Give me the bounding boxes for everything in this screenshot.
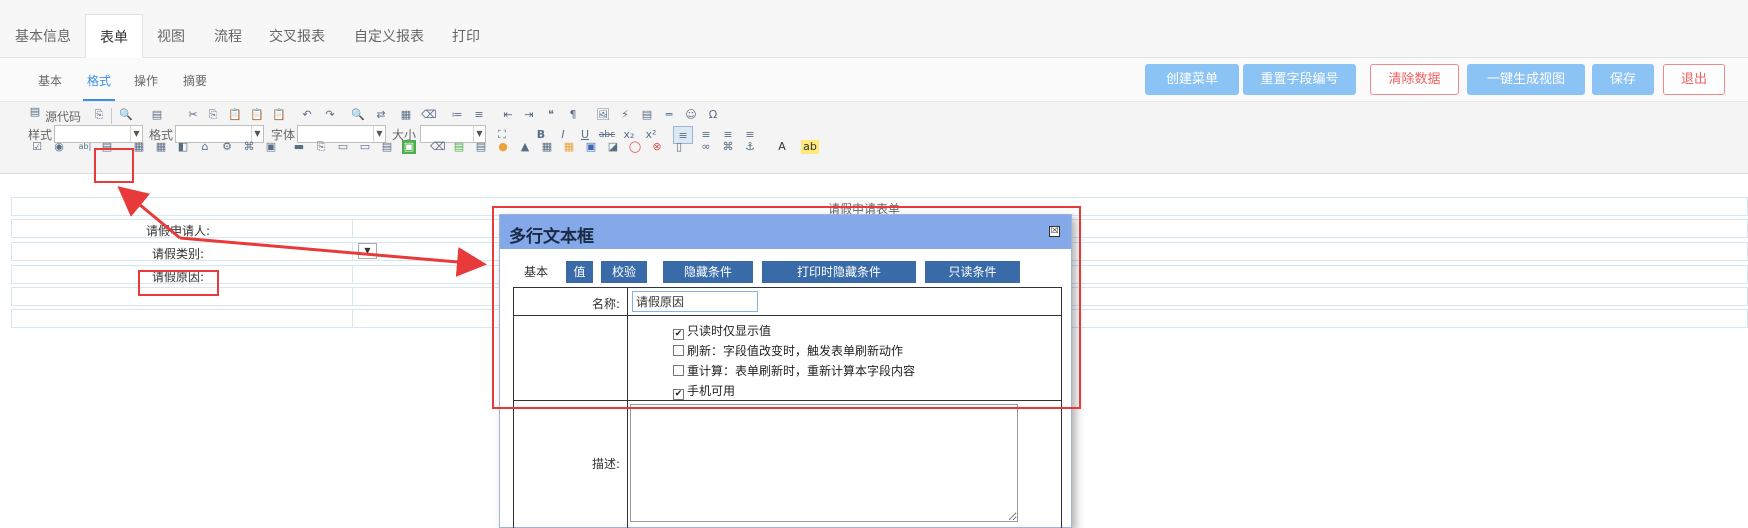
map-control-icon[interactable]: ●	[496, 140, 510, 154]
tab-basic-info[interactable]: 基本信息	[15, 26, 71, 46]
date-control-icon[interactable]: ▦	[154, 140, 168, 154]
tab-cross-report[interactable]: 交叉报表	[269, 26, 325, 46]
exit-button[interactable]: 退出	[1663, 64, 1725, 95]
subtab-basic[interactable]: 基本	[38, 72, 62, 89]
view-control-icon[interactable]: ▭	[336, 140, 350, 154]
top-tab-bar: 基本信息 表单 视图 流程 交叉报表 自定义报表 打印	[0, 0, 1748, 59]
description-label: 描述:	[592, 457, 621, 471]
word-control-icon[interactable]: ▣	[584, 140, 598, 154]
attachment-control-icon[interactable]: ⎘	[314, 140, 328, 154]
text-field-control-icon[interactable]: ab|	[76, 140, 94, 154]
background-color-icon[interactable]: ab	[801, 140, 819, 154]
applicant-label: 请假申请人:	[146, 224, 211, 238]
macro-control-icon[interactable]: ⌘	[242, 140, 256, 154]
list-control-icon[interactable]: ▣	[264, 140, 278, 154]
checkbox-control-icon[interactable]: ☑	[30, 140, 44, 154]
photo-control-icon[interactable]: ▦	[562, 140, 576, 154]
tab-form[interactable]: 表单	[85, 14, 143, 59]
annotation-toolbar-highlight	[94, 148, 134, 183]
tab-flow[interactable]: 流程	[214, 26, 242, 46]
signature-control-icon[interactable]: ⌫	[430, 140, 446, 154]
leave-type-label: 请假类别:	[152, 247, 205, 261]
office-control-icon[interactable]: ◪	[606, 140, 620, 154]
radio-control-icon[interactable]: ◉	[52, 140, 66, 154]
color-control-icon[interactable]: ◯	[628, 140, 642, 154]
excel-control-icon[interactable]: ▣	[402, 140, 416, 154]
calc-control-icon[interactable]: ⚙	[220, 140, 234, 154]
page-control-icon[interactable]: ▯	[672, 140, 686, 154]
toolbar-row-3: ☑ ◉ ab| ▤ ▦ ▦ ◧ ⌂ ⚙ ⌘ ▣ ▬ ⎘ ▭ ▭ ▤ ▣ ⌫ ▤ …	[18, 136, 1018, 158]
reset-field-number-button[interactable]: 重置字段编号	[1243, 64, 1356, 95]
subtab-format[interactable]: 格式	[82, 72, 116, 101]
subtab-operation[interactable]: 操作	[134, 72, 158, 89]
select-control-icon[interactable]: ▦	[132, 140, 146, 154]
link-icon[interactable]: ∞	[699, 140, 713, 154]
leave-type-select[interactable]: ▼	[358, 243, 377, 259]
annotation-label-highlight	[138, 270, 219, 296]
query-control-icon[interactable]: ▤	[380, 140, 394, 154]
image-control-icon[interactable]: ▤	[474, 140, 488, 154]
annotation-dialog-highlight	[492, 206, 1081, 409]
subform-control-icon[interactable]: ▭	[358, 140, 372, 154]
subtab-summary[interactable]: 摘要	[183, 72, 207, 89]
tab-print[interactable]: 打印	[452, 26, 480, 46]
sheet-control-icon[interactable]: ▤	[452, 140, 466, 154]
tab-view[interactable]: 视图	[157, 26, 185, 46]
text-color-icon[interactable]: A	[775, 140, 789, 154]
clear-data-button[interactable]: 清除数据	[1370, 64, 1459, 95]
description-textarea[interactable]	[630, 404, 1018, 522]
tab-custom-report[interactable]: 自定义报表	[354, 26, 424, 46]
save-button[interactable]: 保存	[1592, 64, 1654, 95]
qrcode-control-icon[interactable]: ▦	[540, 140, 554, 154]
anchor-icon[interactable]: ⚓	[743, 140, 757, 154]
create-menu-button[interactable]: 创建菜单	[1145, 64, 1239, 95]
button-control-icon[interactable]: ▬	[292, 140, 306, 154]
generate-view-button[interactable]: 一键生成视图	[1467, 64, 1585, 95]
delete-control-icon[interactable]: ⊗	[650, 140, 664, 154]
user-control-icon[interactable]: ◧	[176, 140, 190, 154]
dept-control-icon[interactable]: ⌂	[198, 140, 212, 154]
editor-toolbar: ▤ 源代码 ⎘ 🔍 ▤ ✂ ⎘ 📋 📋 📋 ↶ ↷ 🔍 ⇄ ▦ ⌫ ≔ ≡ ⇤ …	[0, 102, 1748, 174]
form-label-cell	[12, 310, 353, 327]
microphone-control-icon[interactable]: ▲	[518, 140, 532, 154]
toolbar-row-2: 样式 ▼ 格式 ▼ 字体 ▼ 大小 ▼ ⛶ B I U abc x₂ x² ≡ …	[18, 115, 1018, 144]
unlink-icon[interactable]: ⌘	[721, 140, 735, 154]
